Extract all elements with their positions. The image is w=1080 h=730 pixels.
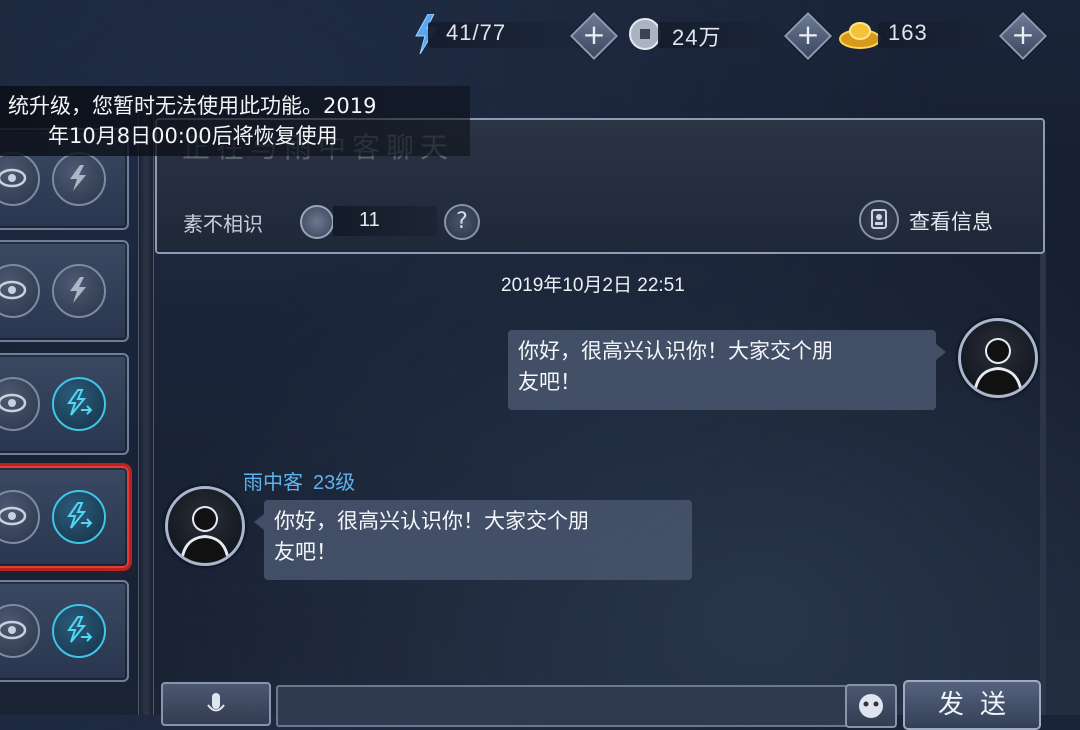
silver-value: 24万 <box>672 25 722 50</box>
sender-name: 雨中客 23级 <box>243 470 356 494</box>
profile-card-icon[interactable] <box>859 200 899 240</box>
message-line: 你好，很高兴认识你！大家交个朋 <box>274 509 589 533</box>
view-eye-icon[interactable] <box>0 604 40 658</box>
gift-send-icon[interactable] <box>52 377 106 431</box>
help-button[interactable]: ? <box>444 204 480 240</box>
view-info-button[interactable]: 查看信息 <box>909 206 993 236</box>
view-eye-icon[interactable] <box>0 490 40 544</box>
intimacy-icon <box>300 205 334 239</box>
friend-item-3[interactable] <box>0 353 129 455</box>
gold-ingot-icon <box>839 22 881 49</box>
friend-message-bubble: 你好，很高兴认识你！大家交个朋 友吧！ <box>254 500 692 580</box>
message-line: 友吧！ <box>518 370 581 394</box>
my-message-bubble: 你好，很高兴认识你！大家交个朋 友吧！ <box>508 330 946 410</box>
emoji-button[interactable] <box>845 684 897 728</box>
message-line: 友吧！ <box>274 540 337 564</box>
view-eye-icon[interactable] <box>0 377 40 431</box>
friend-avatar[interactable] <box>165 486 245 566</box>
gift-icon-disabled[interactable] <box>52 264 106 318</box>
message-line: 你好，很高兴认识你！大家交个朋 <box>518 339 833 363</box>
my-avatar[interactable] <box>958 318 1038 398</box>
send-button[interactable]: 发送 <box>903 680 1041 730</box>
intimacy-bar <box>333 206 437 236</box>
relation-label: 素不相识 <box>183 212 263 236</box>
emoji-icon <box>859 694 883 718</box>
friend-item-2[interactable] <box>0 240 129 342</box>
friend-item-5[interactable] <box>0 580 129 682</box>
gift-icon-disabled[interactable] <box>52 152 106 206</box>
gift-send-icon[interactable] <box>52 490 106 544</box>
gold-value: 163 <box>888 20 928 45</box>
voice-button[interactable] <box>161 682 271 726</box>
system-notice: 统升级，您暂时无法使用此功能。2019 年10月8日00:00后将恢复使用 <box>0 86 470 156</box>
view-eye-icon[interactable] <box>0 264 40 318</box>
gift-send-icon[interactable] <box>52 604 106 658</box>
sender-level: 23级 <box>313 472 356 494</box>
column-divider <box>138 100 154 715</box>
view-eye-icon[interactable] <box>0 152 40 206</box>
notice-line-1: 统升级，您暂时无法使用此功能。2019 <box>8 94 377 118</box>
message-timestamp: 2019年10月2日 22:51 <box>501 275 685 296</box>
coin-icon <box>629 18 661 50</box>
chat-input[interactable] <box>276 685 848 727</box>
notice-line-2: 年10月8日00:00后将恢复使用 <box>48 124 338 148</box>
energy-value: 41/77 <box>446 20 507 45</box>
right-edge <box>1040 250 1046 715</box>
intimacy-value: 11 <box>359 209 380 231</box>
friend-item-4-selected[interactable] <box>0 466 129 568</box>
microphone-icon <box>207 693 225 712</box>
